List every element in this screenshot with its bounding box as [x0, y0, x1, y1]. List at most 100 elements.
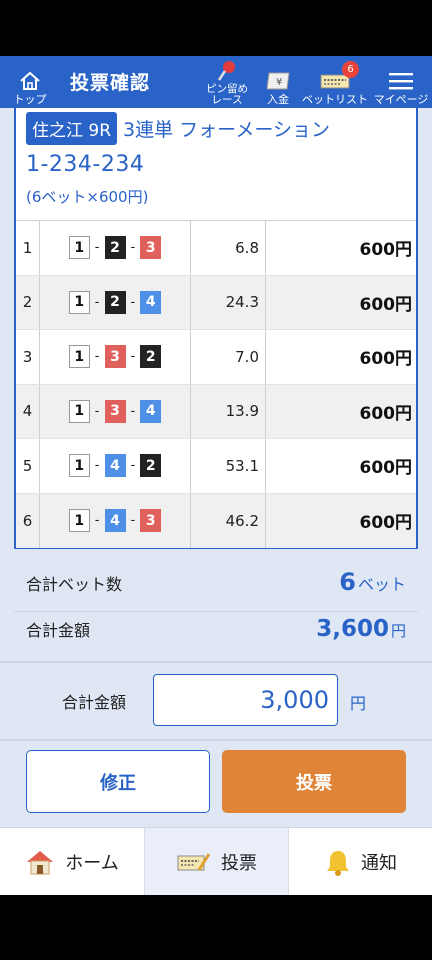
tab-home[interactable]: ホーム	[0, 828, 144, 895]
row-amount: 600円	[359, 240, 413, 261]
deposit-button[interactable]: ¥ 入金	[260, 56, 296, 108]
race-tag: 住之江 9R	[26, 112, 118, 145]
row-odds: 6.8	[191, 221, 266, 275]
home-outline-icon	[19, 68, 41, 94]
race-info: 住之江 9R 3連単 フォーメーション	[26, 112, 330, 145]
boat-number: 3	[140, 236, 162, 260]
bet-type: 3連単 フォーメーション	[123, 119, 331, 141]
total-bet-count-label: 合計ベット数	[26, 575, 123, 594]
vote-button[interactable]: 投票	[222, 750, 406, 813]
mypage-label: マイページ	[373, 93, 429, 106]
total-bet-count-row: 合計ベット数 6 ベット	[26, 568, 406, 596]
deposit-label: 入金	[267, 93, 289, 106]
tab-notify[interactable]: 通知	[289, 828, 432, 895]
status-bar	[0, 0, 432, 56]
row-number: 6	[16, 493, 40, 548]
boat-number: 4	[140, 399, 162, 423]
total-amount-unit: 円	[390, 622, 406, 640]
betlist-badge: 6	[342, 61, 359, 78]
top-nav-label: トップ	[13, 93, 47, 106]
app-screen: トップ 投票確認 ピン留め レース ¥ 入金 6 ベットリスト マイページ 住之…	[0, 56, 432, 895]
boat-number: 2	[104, 236, 126, 260]
row-amount: 600円	[359, 513, 413, 534]
total-bet-count-value: 6 ベット	[339, 568, 406, 596]
tab-vote-label: 投票	[221, 853, 257, 874]
ticket-pen-icon	[177, 850, 211, 874]
mypage-button[interactable]: マイページ	[372, 56, 430, 108]
betlist-label: ベットリスト	[302, 93, 368, 106]
pin-icon	[215, 58, 239, 84]
bet-detail-card: 住之江 9R 3連単 フォーメーション 1-234-234 (6ベット×600円…	[14, 108, 418, 549]
boat-number: 1	[68, 345, 90, 369]
system-nav-bar	[0, 895, 432, 960]
row-combination: 1- 3- 2	[40, 330, 191, 384]
boat-number: 2	[140, 345, 162, 369]
row-combination: 1- 2- 3	[40, 221, 191, 275]
boat-number: 4	[104, 509, 126, 533]
boat-number: 1	[68, 399, 90, 423]
table-row: 6 1- 4- 3 46.2 600円	[16, 493, 416, 548]
row-number: 2	[16, 275, 40, 329]
app-header: トップ 投票確認 ピン留め レース ¥ 入金 6 ベットリスト マイページ	[0, 56, 432, 108]
row-combination: 1- 4- 2	[40, 439, 191, 493]
bet-summary: (6ベット×600円)	[26, 188, 149, 206]
table-row: 1 1- 2- 3 6.8 600円	[16, 221, 416, 276]
row-number: 4	[16, 384, 40, 438]
row-amount: 600円	[359, 349, 413, 370]
boat-number: 1	[68, 236, 90, 260]
divider	[0, 739, 432, 741]
amount-input[interactable]	[153, 674, 338, 726]
hamburger-menu-icon	[388, 68, 414, 94]
total-amount-row: 合計金額 3,600 円	[26, 616, 406, 642]
top-nav-button[interactable]: トップ	[6, 56, 54, 108]
total-amount-value: 3,600 円	[316, 616, 406, 642]
boat-number: 2	[104, 290, 126, 314]
boat-number: 3	[140, 509, 162, 533]
row-number: 1	[16, 221, 40, 275]
betlist-button[interactable]: 6 ベットリスト	[302, 56, 368, 108]
boat-number: 3	[104, 399, 126, 423]
tab-notify-label: 通知	[361, 853, 397, 874]
tab-home-label: ホーム	[65, 853, 119, 874]
row-amount: 600円	[359, 403, 413, 424]
row-number: 5	[16, 439, 40, 493]
row-combination: 1- 4- 3	[40, 493, 191, 548]
bet-table: 1 1- 2- 3 6.8 600円 2 1- 2- 4 24.3 600円 3…	[16, 220, 416, 548]
table-row: 2 1- 2- 4 24.3 600円	[16, 275, 416, 330]
pin-race-button[interactable]: ピン留め レース	[198, 56, 256, 108]
bet-combination: 1-234-234	[26, 152, 145, 177]
bottom-tab-bar: ホーム 投票 通知	[0, 827, 432, 895]
total-bet-count: 6	[339, 568, 356, 596]
row-amount: 600円	[359, 294, 413, 315]
divider	[14, 611, 418, 612]
boat-number: 1	[68, 290, 90, 314]
row-odds: 24.3	[191, 275, 266, 329]
row-odds: 53.1	[191, 439, 266, 493]
pin-race-label: ピン留め レース	[206, 83, 248, 106]
total-amount: 3,600	[316, 616, 389, 642]
divider	[0, 661, 432, 663]
page-title: 投票確認	[70, 72, 151, 94]
boat-number: 4	[140, 290, 162, 314]
table-row: 5 1- 4- 2 53.1 600円	[16, 439, 416, 494]
boat-number: 3	[104, 345, 126, 369]
total-amount-label: 合計金額	[26, 621, 91, 640]
table-row: 3 1- 3- 2 7.0 600円	[16, 330, 416, 385]
boat-number: 1	[68, 509, 90, 533]
row-combination: 1- 2- 4	[40, 275, 191, 329]
yen-ticket-icon: ¥	[265, 68, 291, 94]
tab-vote[interactable]: 投票	[145, 828, 289, 895]
row-odds: 13.9	[191, 384, 266, 438]
amount-input-label: 合計金額	[62, 693, 127, 712]
boat-number: 1	[68, 454, 90, 478]
table-row: 4 1- 3- 4 13.9 600円	[16, 384, 416, 439]
bell-icon	[325, 848, 351, 876]
row-amount: 600円	[359, 458, 413, 479]
row-odds: 7.0	[191, 330, 266, 384]
boat-number: 4	[104, 454, 126, 478]
amount-input-unit: 円	[350, 694, 367, 713]
total-bet-unit: ベット	[357, 575, 406, 594]
modify-button[interactable]: 修正	[26, 750, 210, 813]
row-odds: 46.2	[191, 493, 266, 548]
row-combination: 1- 3- 4	[40, 384, 191, 438]
